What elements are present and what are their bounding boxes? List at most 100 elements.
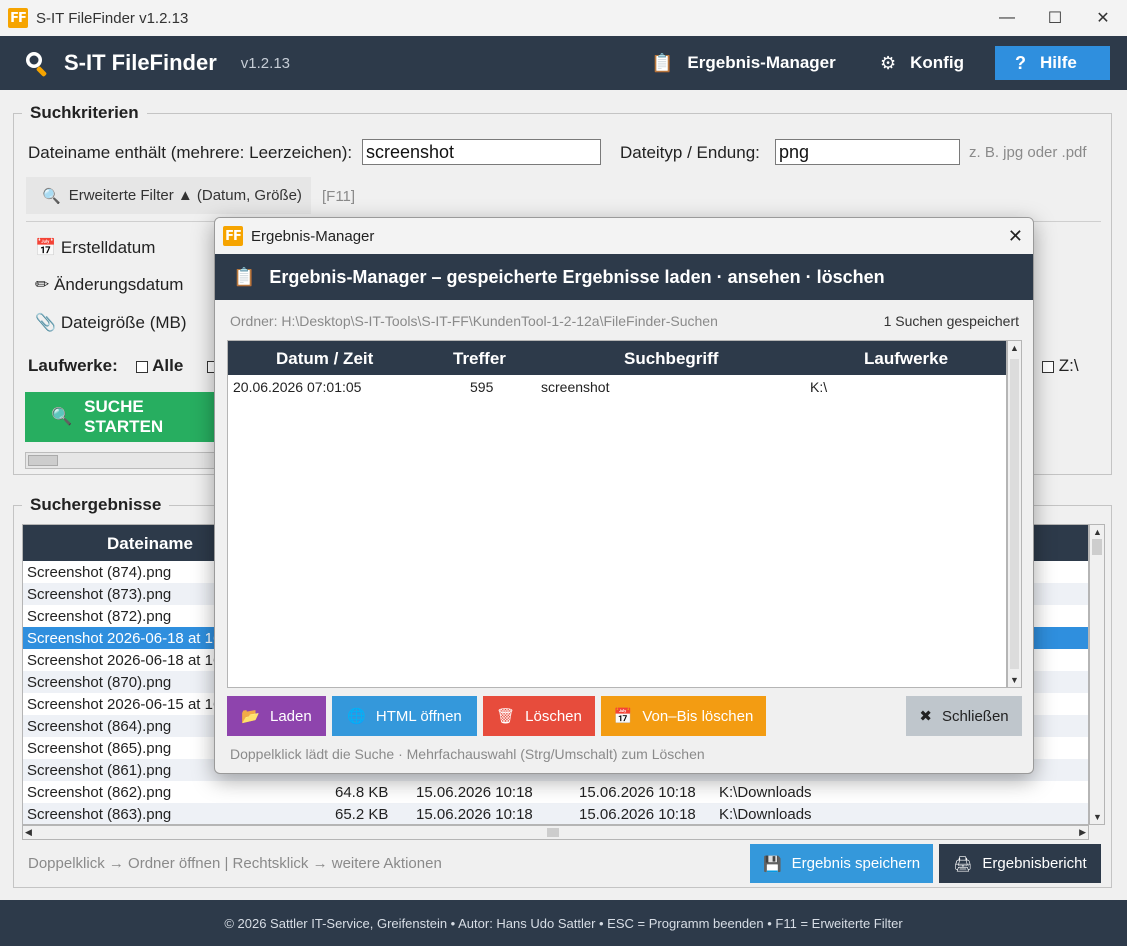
cell-name: Screenshot (874).png — [27, 564, 172, 581]
printer-icon: 🖨 — [953, 855, 973, 873]
row-term: screenshot — [541, 379, 610, 395]
scroll-thumb[interactable] — [1010, 359, 1019, 669]
col-drives[interactable]: Laufwerke — [864, 349, 948, 369]
drives-label: Laufwerke: — [28, 356, 118, 375]
drive-z-checkbox[interactable]: Z:\ — [1042, 356, 1079, 376]
row-date: 20.06.2026 07:01:05 — [233, 379, 362, 395]
filetype-label: Dateityp / Endung: — [620, 143, 760, 162]
result-manager-button[interactable]: 📋 Ergebnis-Manager — [651, 36, 836, 90]
results-vscroll[interactable]: ▲ ▼ — [1089, 524, 1105, 825]
filter-toggle-label: Erweiterte Filter ▲ (Datum, Größe) — [68, 187, 302, 204]
range-delete-button[interactable]: 📅 Von–Bis löschen — [601, 696, 766, 736]
created-date-row[interactable]: 📅 Erstelldatum — [35, 238, 155, 258]
save-icon: 💾 — [762, 855, 782, 873]
table-row[interactable]: Screenshot (863).png 65.2 KB 15.06.2026 10… — [23, 803, 1088, 824]
folder-icon: 📂 — [241, 708, 260, 725]
app-logo-icon: FF — [223, 226, 243, 246]
cell-name: Screenshot 2026-06-15 at 16 — [27, 696, 222, 713]
scroll-thumb[interactable] — [1092, 539, 1102, 555]
delete-label: Löschen — [525, 707, 582, 725]
dialog-vscroll[interactable]: ▲ ▼ — [1007, 340, 1022, 688]
cell-name: Screenshot (873).png — [27, 586, 172, 603]
filename-label: Dateiname enthält (mehrere: Leerzeichen)… — [28, 143, 353, 162]
maximize-button[interactable]: ☐ — [1031, 0, 1079, 36]
window-title-bar: FF S-IT FileFinder v1.2.13 — ☐ ✕ — [0, 0, 1127, 36]
app-name: S-IT FileFinder — [64, 50, 217, 75]
dialog-close-button[interactable]: ✖ Schließen — [906, 696, 1022, 736]
advanced-filter-toggle[interactable]: 🔍 Erweiterte Filter ▲ (Datum, Größe) — [26, 177, 311, 214]
drive-all-checkbox[interactable]: Alle — [136, 356, 183, 376]
dialog-header-text: Ergebnis-Manager – gespeicherte Ergebnis… — [269, 266, 885, 287]
col-datetime[interactable]: Datum / Zeit — [276, 349, 373, 369]
save-result-button[interactable]: 💾 Ergebnis speichern — [750, 844, 933, 883]
file-size-row[interactable]: 📎 Dateigröße (MB) — [35, 313, 187, 333]
delete-button[interactable]: 🗑 Löschen — [483, 696, 595, 736]
saved-searches-header: Datum / Zeit Treffer Suchbegriff Laufwer… — [228, 341, 1006, 375]
progress-thumb — [28, 455, 58, 466]
scroll-down-icon[interactable]: ▼ — [1093, 812, 1102, 822]
report-label: Ergebnisbericht — [982, 855, 1087, 872]
cell-modified: 15.06.2026 10:18 — [579, 784, 696, 801]
cell-name: Screenshot (872).png — [27, 608, 172, 625]
cell-name: Screenshot (865).png — [27, 740, 172, 757]
load-button[interactable]: 📂 Laden — [227, 696, 326, 736]
progress-bar — [25, 452, 225, 469]
dialog-title-bar: FF Ergebnis-Manager ✕ — [215, 218, 1033, 254]
calendar-icon: 📅 — [35, 238, 57, 257]
result-manager-label: Ergebnis-Manager — [687, 53, 836, 72]
minimize-button[interactable]: — — [983, 0, 1031, 36]
cell-name: Screenshot (862).png — [27, 784, 172, 801]
magnifier-icon: 🔍 — [42, 187, 61, 205]
filetype-hint: z. B. jpg oder .pdf — [969, 144, 1087, 161]
cell-name: Screenshot (870).png — [27, 674, 172, 691]
close-label: Schließen — [941, 707, 1009, 725]
search-icon: 🔍 — [51, 407, 73, 426]
result-manager-dialog: FF Ergebnis-Manager ✕ 📋 Ergebnis-Manager… — [214, 217, 1034, 774]
col-term[interactable]: Suchbegriff — [624, 349, 718, 369]
load-label: Laden — [269, 707, 312, 725]
row-drives: K:\ — [810, 379, 828, 395]
search-icon — [26, 52, 47, 77]
open-html-button[interactable]: 🌐 HTML öffnen — [332, 696, 477, 736]
table-row[interactable]: Screenshot (862).png 64.8 KB 15.06.2026 10… — [23, 781, 1088, 803]
start-search-button[interactable]: 🔍 SUCHE STARTEN — [25, 392, 225, 442]
paperclip-icon: 📎 — [35, 313, 57, 332]
col-hits[interactable]: Treffer — [453, 349, 506, 369]
scroll-left-icon[interactable]: ◀ — [25, 827, 32, 838]
calendar-icon: 📅 — [613, 708, 633, 725]
help-button[interactable]: ? Hilfe — [995, 46, 1110, 80]
save-result-label: Ergebnis speichern — [791, 855, 921, 872]
close-window-button[interactable]: ✕ — [1079, 0, 1127, 36]
results-legend: Suchergebnisse — [22, 495, 170, 515]
dialog-header: 📋 Ergebnis-Manager – gespeicherte Ergebn… — [215, 254, 1033, 300]
modified-date-row[interactable]: ✏ Änderungsdatum — [35, 275, 183, 295]
scroll-up-icon[interactable]: ▲ — [1010, 343, 1019, 353]
status-footer: © 2026 Sattler IT-Service, Greifenstein … — [0, 900, 1127, 946]
filename-input[interactable] — [362, 139, 601, 165]
filetype-input[interactable] — [775, 139, 960, 165]
col-filename[interactable]: Dateiname — [107, 534, 193, 554]
cell-name: Screenshot 2026-06-18 at 16 — [27, 652, 222, 669]
criteria-legend: Suchkriterien — [22, 103, 147, 123]
report-button[interactable]: 🖨 Ergebnisbericht — [939, 844, 1101, 883]
table-row[interactable]: 20.06.2026 07:01:05 595 screenshot K:\ — [228, 375, 1006, 399]
app-version: v1.2.13 — [240, 54, 291, 72]
cell-name: Screenshot (861).png — [27, 762, 172, 779]
dialog-count: 1 Suchen gespeichert — [883, 313, 1019, 329]
scroll-down-icon[interactable]: ▼ — [1010, 675, 1019, 685]
clipboard-icon: 📋 — [651, 52, 674, 73]
dialog-title: Ergebnis-Manager — [251, 227, 375, 245]
saved-searches-table[interactable]: Datum / Zeit Treffer Suchbegriff Laufwer… — [227, 340, 1007, 688]
cell-name: Screenshot (863).png — [27, 806, 172, 823]
start-search-label: SUCHE STARTEN — [84, 397, 164, 436]
gear-icon: ⚙ — [880, 52, 897, 73]
pencil-icon: ✏ — [35, 275, 50, 294]
scroll-up-icon[interactable]: ▲ — [1093, 527, 1102, 537]
dialog-close-icon[interactable]: ✕ — [1008, 226, 1023, 247]
cell-created: 15.06.2026 10:18 — [416, 784, 533, 801]
results-hscroll[interactable]: ◀ ▶ — [22, 825, 1089, 840]
results-hint: Doppelklick → Ordner öffnen | Rechtsklic… — [28, 855, 442, 872]
config-button[interactable]: ⚙ Konfig — [880, 36, 964, 90]
hscroll-thumb[interactable] — [547, 828, 559, 837]
scroll-right-icon[interactable]: ▶ — [1079, 827, 1086, 838]
